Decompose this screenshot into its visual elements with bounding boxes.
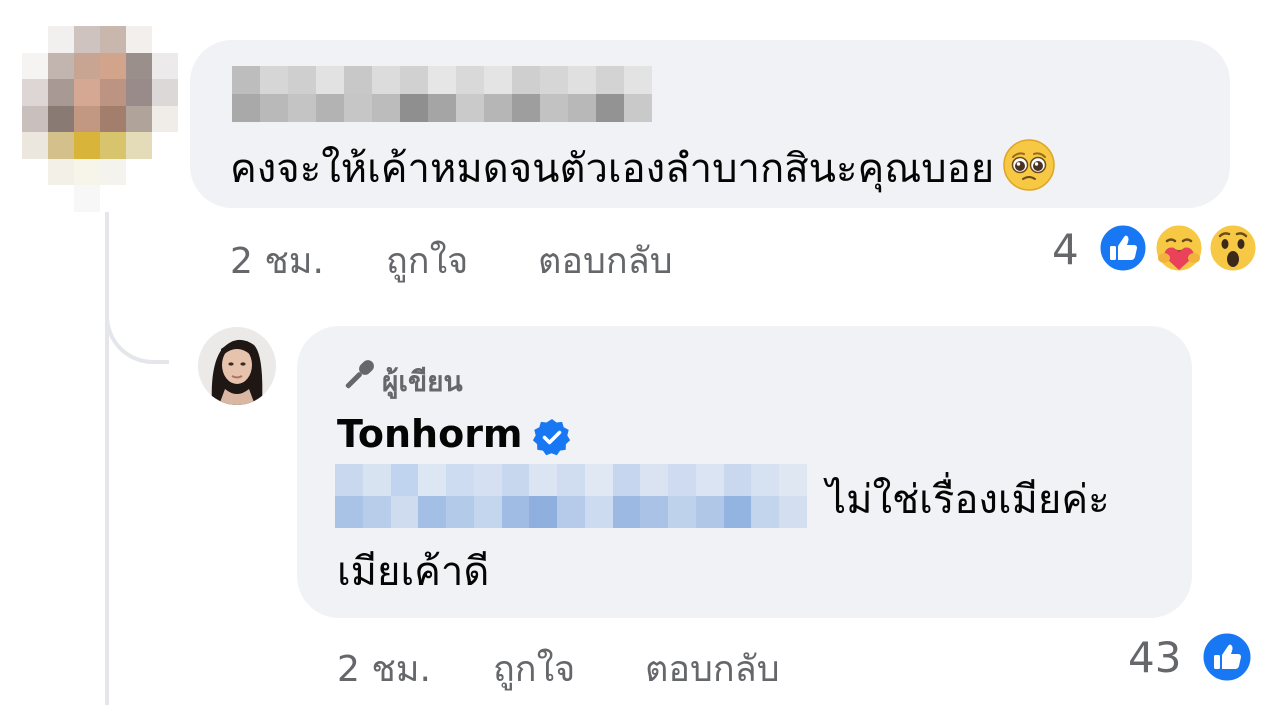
avatar-pixelated[interactable] bbox=[22, 26, 178, 212]
reply-text-line2: เมียเค้าดี bbox=[337, 549, 490, 595]
microphone-icon bbox=[345, 360, 374, 389]
reaction-summary[interactable] bbox=[1097, 220, 1259, 276]
author-photo bbox=[198, 327, 276, 405]
comment-body: คงจะให้เค้าหมดจนตัวเองลำบากสินะคุณบอย bbox=[230, 146, 995, 192]
reply-reply-button[interactable]: ตอบกลับ bbox=[645, 640, 780, 697]
reaction-count[interactable]: 4 bbox=[1052, 225, 1079, 274]
reply-like-button[interactable]: ถูกใจ bbox=[493, 640, 575, 697]
pleading-face-icon bbox=[1003, 139, 1055, 191]
thread-reply-connector bbox=[105, 292, 169, 364]
thread-line bbox=[105, 212, 109, 705]
reply-reaction-count[interactable]: 43 bbox=[1128, 633, 1181, 682]
like-icon[interactable] bbox=[1200, 630, 1254, 684]
reply-button[interactable]: ตอบกลับ bbox=[538, 232, 673, 289]
verified-badge-icon bbox=[533, 419, 571, 456]
wow-icon bbox=[1207, 222, 1259, 274]
commenter-name-pixelated[interactable] bbox=[232, 66, 652, 122]
care-icon bbox=[1153, 222, 1205, 274]
reply-text-line1: ไม่ใช่เรื่องเมียค่ะ bbox=[826, 477, 1110, 523]
comment-text: คงจะให้เค้าหมดจนตัวเองลำบากสินะคุณบอย bbox=[230, 138, 1056, 195]
reply-timestamp[interactable]: 2 ชม. bbox=[337, 640, 431, 697]
author-avatar[interactable] bbox=[198, 327, 276, 405]
like-icon bbox=[1097, 222, 1149, 274]
author-badge-label: ผู้เขียน bbox=[382, 365, 463, 398]
mention-pixelated[interactable] bbox=[335, 464, 807, 528]
author-name[interactable]: Tonhorm bbox=[337, 412, 523, 456]
comment-timestamp[interactable]: 2 ชม. bbox=[230, 232, 324, 289]
like-button[interactable]: ถูกใจ bbox=[386, 232, 468, 289]
